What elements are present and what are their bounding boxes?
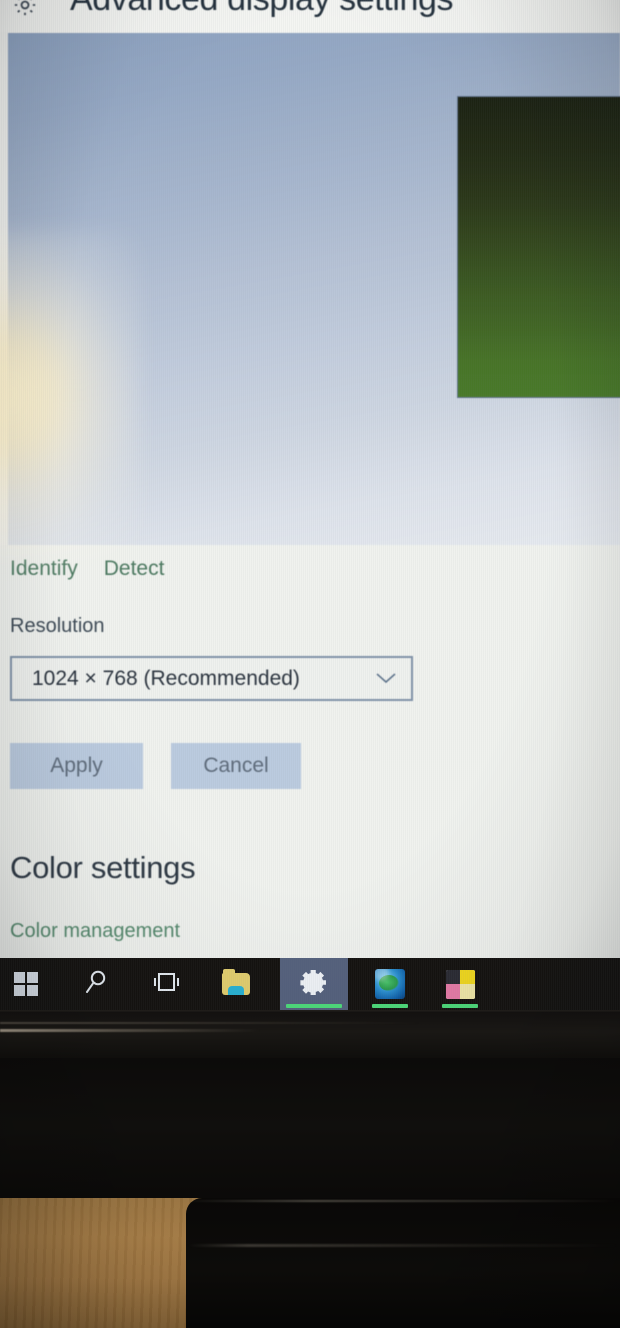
- detect-link[interactable]: Detect: [104, 557, 165, 581]
- search-button[interactable]: [72, 958, 120, 1010]
- display-preview-thumbnail[interactable]: [457, 96, 620, 398]
- apply-button[interactable]: Apply: [10, 743, 143, 789]
- display-action-links: Identify Detect: [10, 557, 164, 581]
- folder-icon: [222, 969, 250, 995]
- start-button[interactable]: [2, 958, 50, 1010]
- identify-link[interactable]: Identify: [10, 557, 78, 581]
- windows-logo-icon: [14, 972, 38, 996]
- window-title-bar: Advanced display settings: [0, 0, 620, 32]
- search-icon: [82, 968, 110, 1001]
- resolution-selected-value: 1024 × 768 (Recommended): [32, 666, 300, 690]
- running-indicator: [442, 1004, 478, 1008]
- page-title: Advanced display settings: [70, 0, 454, 19]
- settings-app-button[interactable]: [280, 958, 348, 1010]
- gear-icon: [12, 0, 38, 18]
- chevron-down-icon: [375, 671, 397, 689]
- bezel-highlight-upper: [0, 1022, 420, 1024]
- monitor-bezel: [0, 1012, 620, 1062]
- browser-app-button[interactable]: [366, 958, 414, 1010]
- monitor-stand-edge-highlight: [188, 1244, 618, 1247]
- color-management-link[interactable]: Color management: [10, 920, 180, 943]
- display-preview-pane[interactable]: [8, 33, 620, 545]
- running-indicator: [286, 1004, 342, 1008]
- color-swatch-icon: [445, 969, 475, 999]
- gear-icon: [299, 967, 329, 1002]
- running-indicator: [372, 1004, 408, 1008]
- monitor-stand-base: [186, 1198, 620, 1328]
- color-app-button[interactable]: [436, 958, 484, 1010]
- resolution-label: Resolution: [10, 615, 105, 637]
- file-explorer-button[interactable]: [212, 958, 260, 1010]
- cancel-button[interactable]: Cancel: [171, 743, 301, 789]
- globe-icon: [375, 969, 405, 999]
- task-view-button[interactable]: [142, 958, 190, 1010]
- task-view-icon: [150, 970, 182, 999]
- windows-taskbar: [0, 958, 620, 1010]
- photo-of-monitor: Advanced display settings Identify Detec…: [0, 0, 620, 1328]
- resolution-dropdown[interactable]: 1024 × 768 (Recommended): [10, 656, 413, 701]
- resolution-button-row: Apply Cancel: [10, 743, 301, 789]
- bezel-highlight: [0, 1029, 260, 1032]
- settings-content: Identify Detect Resolution 1024 × 768 (R…: [0, 545, 620, 965]
- monitor-body: [0, 1058, 620, 1210]
- monitor-body-seam: [180, 1200, 620, 1202]
- monitor-screen: Advanced display settings Identify Detec…: [0, 0, 620, 1010]
- color-settings-heading: Color settings: [10, 850, 196, 885]
